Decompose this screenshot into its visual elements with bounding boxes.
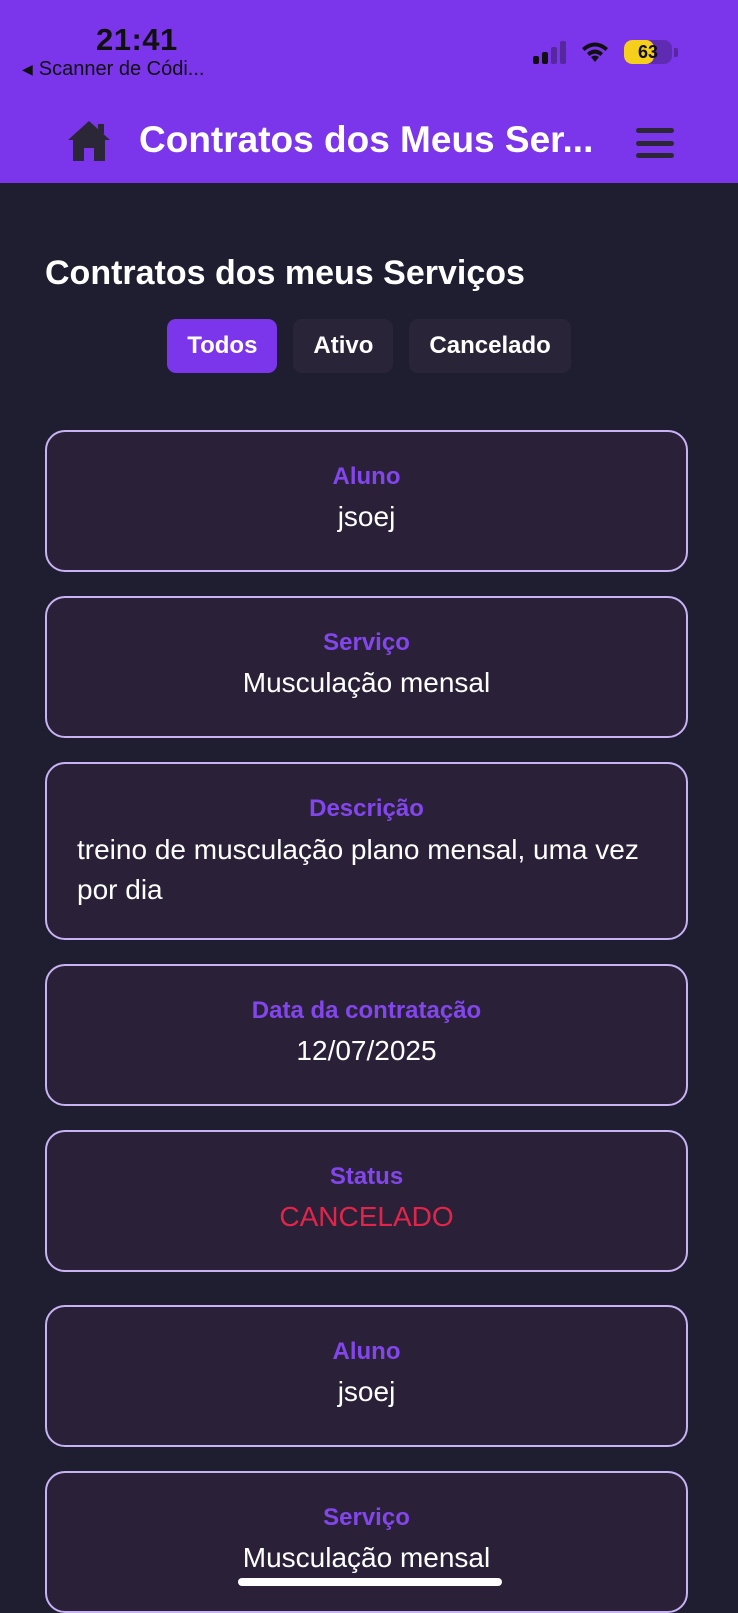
service-value: Musculação mensal bbox=[242, 667, 491, 698]
filter-tab-ativo[interactable]: Ativo bbox=[293, 319, 394, 373]
description-label: Descrição bbox=[309, 795, 424, 822]
status-card: Status CANCELADO bbox=[45, 1130, 688, 1272]
student-value: jsoej bbox=[337, 501, 396, 532]
top-bar: 21:41 ◀ Scanner de Códi... 63 Contratos … bbox=[0, 0, 738, 183]
hamburger-menu-icon[interactable] bbox=[636, 128, 674, 158]
battery-percentage: 63 bbox=[637, 42, 659, 62]
student-value: jsoej bbox=[337, 1376, 396, 1407]
contract-date-label: Data da contratação bbox=[251, 997, 482, 1024]
service-card: Serviço Musculação mensal bbox=[45, 1471, 688, 1613]
filter-tab-todos[interactable]: Todos bbox=[167, 319, 278, 373]
header-title: Contratos dos Meus Ser... bbox=[139, 119, 594, 160]
status-indicators: 63 bbox=[533, 40, 678, 64]
service-value: Musculação mensal bbox=[242, 1542, 491, 1573]
back-to-app-link[interactable]: ◀ Scanner de Códi... bbox=[22, 58, 204, 81]
student-label: Aluno bbox=[332, 463, 401, 490]
contract-date-value: 12/07/2025 bbox=[296, 1035, 437, 1066]
status-badge: CANCELADO bbox=[279, 1201, 454, 1232]
student-card: Aluno jsoej bbox=[45, 430, 688, 572]
status-filter-tabs: Todos Ativo Cancelado bbox=[0, 319, 738, 373]
service-label: Serviço bbox=[323, 1504, 410, 1531]
student-card: Aluno jsoej bbox=[45, 1305, 688, 1447]
contract-date-card: Data da contratação 12/07/2025 bbox=[45, 964, 688, 1106]
status-time: 21:41 bbox=[96, 22, 178, 57]
service-card: Serviço Musculação mensal bbox=[45, 596, 688, 738]
description-value: treino de musculação plano mensal, uma v… bbox=[77, 834, 639, 905]
cellular-signal-icon bbox=[533, 40, 566, 64]
status-label: Status bbox=[329, 1163, 404, 1190]
home-icon[interactable] bbox=[66, 118, 112, 164]
battery-icon: 63 bbox=[624, 40, 678, 64]
home-indicator bbox=[238, 1578, 502, 1586]
page-title: Contratos dos meus Serviços bbox=[45, 254, 525, 292]
filter-tab-cancelado[interactable]: Cancelado bbox=[409, 319, 571, 373]
back-app-label: Scanner de Códi... bbox=[38, 58, 205, 80]
description-card: Descrição treino de musculação plano men… bbox=[45, 762, 688, 940]
wifi-icon bbox=[582, 42, 608, 62]
service-label: Serviço bbox=[323, 629, 410, 656]
student-label: Aluno bbox=[332, 1338, 401, 1365]
back-arrow-icon: ◀ bbox=[22, 61, 33, 77]
